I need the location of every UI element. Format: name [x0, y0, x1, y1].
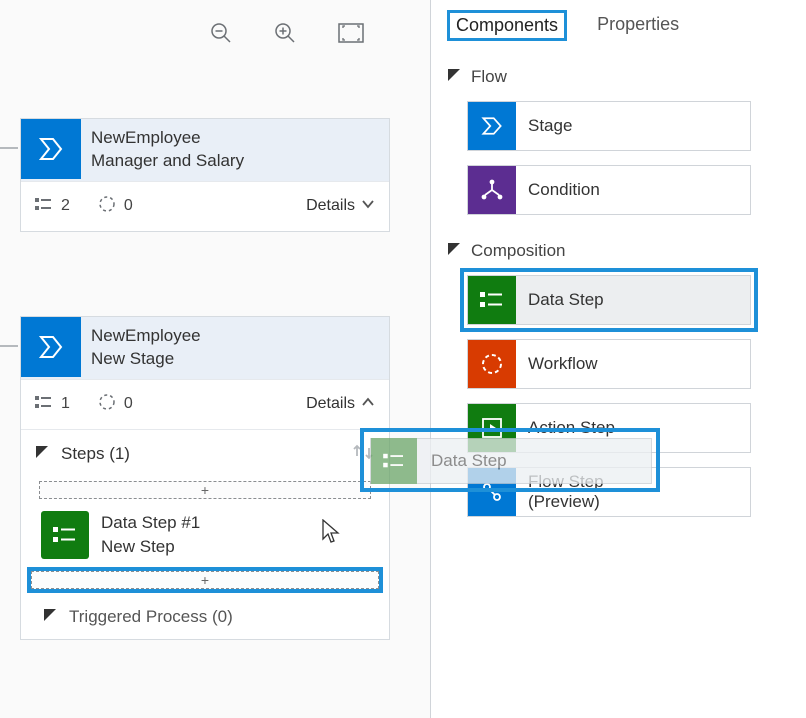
stage-title: NewEmployee [91, 325, 201, 348]
workflow-icon [468, 340, 516, 388]
tab-components[interactable]: Components [447, 10, 567, 41]
section-label: Flow [471, 67, 507, 87]
designer-canvas[interactable]: NewEmployee Manager and Salary 2 0 Detai… [0, 0, 430, 718]
details-label: Details [306, 197, 355, 215]
component-label: Workflow [516, 354, 598, 374]
stage-card[interactable]: NewEmployee Manager and Salary 2 0 Detai… [20, 118, 390, 232]
details-label: Details [306, 395, 355, 413]
steps-count-icon [35, 196, 53, 217]
section-flow[interactable]: Flow [447, 67, 790, 87]
data-step-item[interactable]: Data Step #1 New Step [35, 499, 375, 559]
stage-card[interactable]: NewEmployee New Stage 1 0 Details [20, 316, 390, 640]
tab-properties[interactable]: Properties [591, 10, 685, 39]
stage-title: NewEmployee [91, 127, 244, 150]
canvas-zoom-toolbar [210, 22, 364, 44]
workflow-count-icon [98, 195, 116, 218]
triangle-down-icon[interactable] [35, 445, 49, 464]
stage-meta-row: 1 0 Details [21, 379, 389, 429]
stage-header[interactable]: NewEmployee New Stage [21, 317, 389, 379]
connector-line [0, 345, 18, 347]
panel-tabs: Components Properties [447, 10, 790, 41]
stage-steps-panel: Steps (1) + Data Step #1 New Step + [21, 429, 389, 639]
stage-subtitle: Manager and Salary [91, 150, 244, 173]
stage-meta-row: 2 0 Details [21, 181, 389, 231]
workflow-count-icon [98, 393, 116, 416]
component-stage[interactable]: Stage [467, 101, 751, 151]
stage-subtitle: New Stage [91, 348, 201, 371]
drag-ghost-label: Data Step [417, 451, 507, 471]
stage-header[interactable]: NewEmployee Manager and Salary [21, 119, 389, 181]
triangle-down-icon [43, 607, 57, 627]
component-condition[interactable]: Condition [467, 165, 751, 215]
details-toggle[interactable]: Details [306, 197, 375, 216]
data-step-icon [41, 511, 89, 559]
drag-ghost: Data Step [370, 438, 652, 484]
component-data-step[interactable]: Data Step [467, 275, 751, 325]
data-step-subtitle: New Step [101, 535, 200, 559]
workflow-count-value: 0 [124, 197, 133, 215]
chevron-down-icon [361, 197, 375, 216]
steps-heading: Steps (1) [61, 444, 130, 464]
triangle-down-icon [447, 241, 461, 261]
triggered-process-row[interactable]: Triggered Process (0) [35, 593, 375, 629]
step-dropzone[interactable]: + [39, 481, 371, 499]
zoom-out-icon[interactable] [210, 22, 232, 44]
workflow-count-value: 0 [124, 395, 133, 413]
stage-icon [21, 317, 81, 377]
plus-icon: + [201, 572, 209, 588]
fit-screen-icon[interactable] [338, 23, 364, 43]
component-label: Stage [516, 116, 572, 136]
triggered-process-label: Triggered Process (0) [69, 607, 233, 627]
steps-count-value: 2 [61, 197, 70, 215]
triangle-down-icon [447, 67, 461, 87]
stage-icon [468, 102, 516, 150]
data-step-icon [371, 438, 417, 484]
data-step-title: Data Step #1 [101, 511, 200, 535]
component-label: Condition [516, 180, 600, 200]
data-step-icon [468, 276, 516, 324]
section-composition[interactable]: Composition [447, 241, 790, 261]
connector-line [0, 147, 18, 149]
component-workflow[interactable]: Workflow [467, 339, 751, 389]
step-dropzone-selected[interactable]: + [31, 571, 379, 589]
component-label: Action Step [516, 418, 615, 438]
condition-icon [468, 166, 516, 214]
zoom-in-icon[interactable] [274, 22, 296, 44]
details-toggle[interactable]: Details [306, 395, 375, 414]
steps-count-icon [35, 394, 53, 415]
section-label: Composition [471, 241, 566, 261]
chevron-up-icon [361, 395, 375, 414]
components-panel: Components Properties Flow Stage Conditi… [430, 0, 806, 718]
plus-icon: + [201, 482, 209, 498]
stage-icon [21, 119, 81, 179]
component-label: Data Step [516, 290, 604, 310]
steps-count-value: 1 [61, 395, 70, 413]
